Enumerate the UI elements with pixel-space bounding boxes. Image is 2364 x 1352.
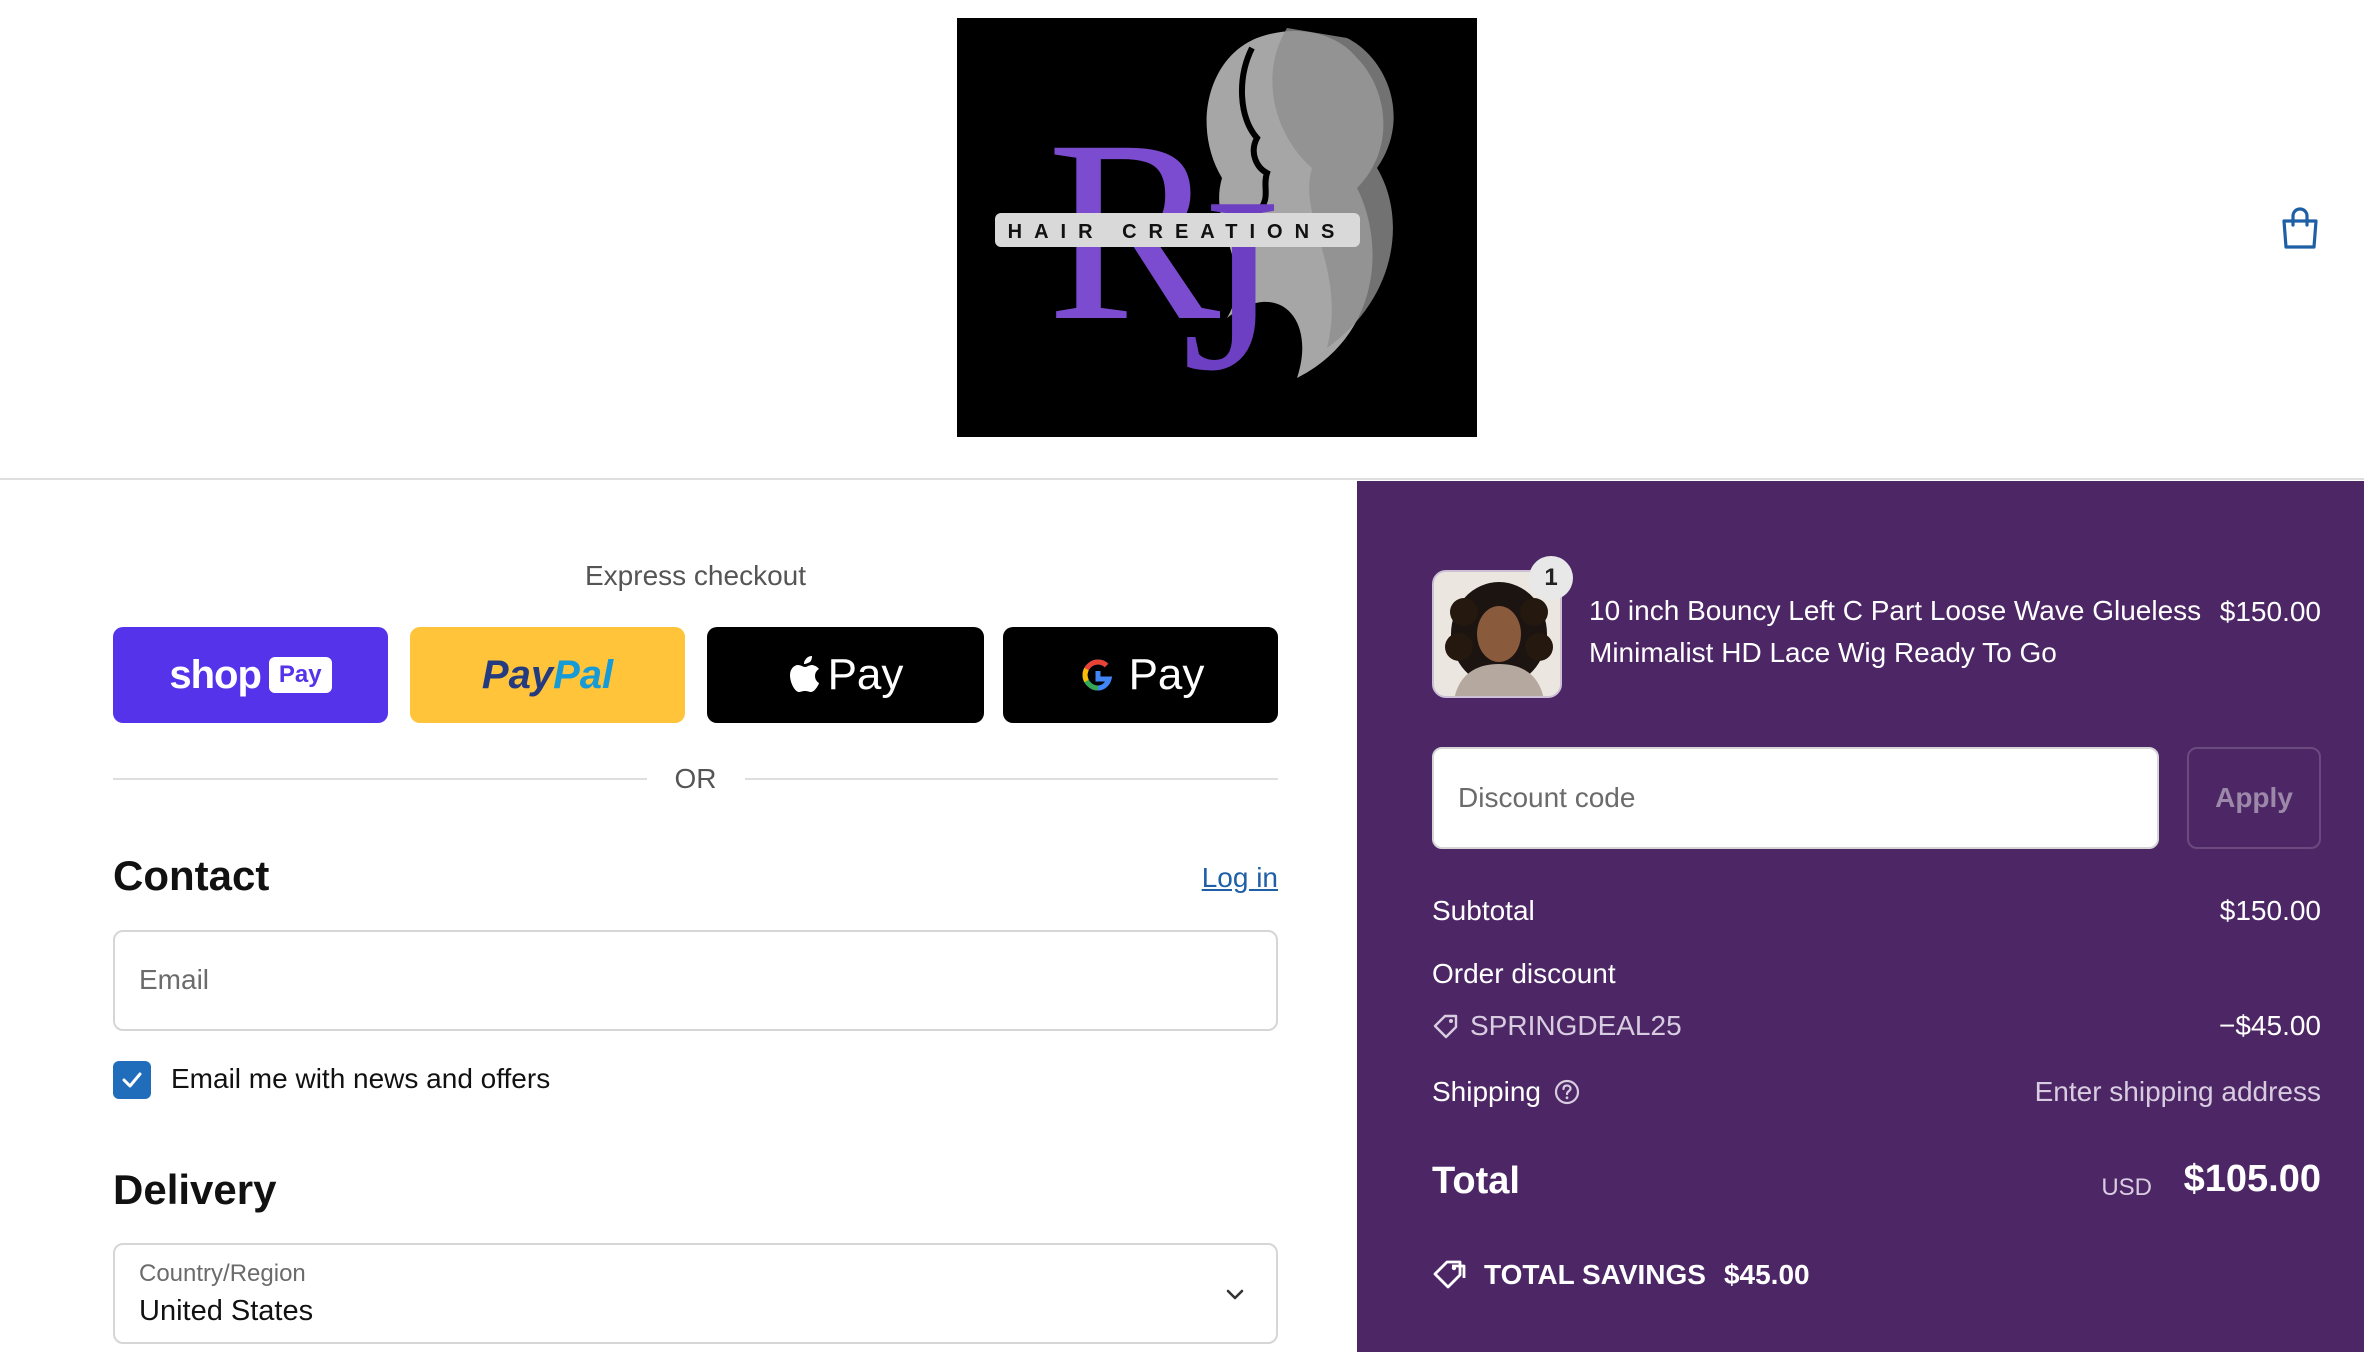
- apple-pay-label: Pay: [827, 650, 904, 699]
- discount-amount: −$45.00: [2219, 1010, 2321, 1041]
- help-circle-icon[interactable]: [1553, 1078, 1581, 1106]
- checkmark-icon: [122, 1072, 142, 1088]
- country-region-select[interactable]: Country/Region United States: [113, 1243, 1278, 1344]
- total-savings-row: TOTAL SAVINGS $45.00: [1432, 1256, 1810, 1294]
- cart-button[interactable]: [2272, 200, 2328, 256]
- total-savings-label: TOTAL SAVINGS: [1484, 1259, 1706, 1290]
- checkout-form-panel: [0, 481, 1357, 1352]
- shipping-label: Shipping: [1432, 1076, 1541, 1107]
- total-amount: $105.00: [2183, 1158, 2321, 1200]
- discount-code-input[interactable]: Discount code: [1432, 747, 2159, 849]
- order-discount-row: Order discount: [1432, 958, 2321, 990]
- country-region-value: United States: [139, 1295, 314, 1327]
- google-g-icon: [1082, 659, 1112, 691]
- shop-pay-badge: Pay: [268, 657, 332, 693]
- contact-heading: Contact: [113, 852, 270, 899]
- tag-icon: [1433, 1014, 1458, 1039]
- shopping-bag-icon: [2282, 207, 2318, 249]
- or-divider: OR: [113, 760, 1278, 798]
- total-label: Total: [1432, 1160, 1520, 1202]
- shipping-value: Enter shipping address: [2034, 1076, 2321, 1107]
- divider-line: [113, 778, 647, 780]
- google-pay-button[interactable]: Pay: [1003, 627, 1278, 723]
- discount-code-row: SPRINGDEAL25 −$45.00: [1432, 1010, 2321, 1047]
- login-link[interactable]: Log in: [1202, 862, 1278, 894]
- newsletter-label: Email me with news and offers: [171, 1063, 551, 1094]
- divider-line: [744, 778, 1278, 780]
- total-currency: USD: [2101, 1174, 2152, 1201]
- savings-tag-icon: [1433, 1260, 1466, 1289]
- quantity-badge: 1: [1529, 556, 1573, 600]
- shop-pay-button[interactable]: shop Pay: [113, 627, 388, 723]
- apple-icon: [789, 656, 819, 692]
- express-checkout-title: Express checkout: [585, 560, 806, 591]
- logo-text: HAIR CREATIONS: [1008, 221, 1347, 243]
- paypal-wordmark-pal: Pal: [553, 652, 614, 697]
- discount-tag: SPRINGDEAL25: [1432, 1010, 1682, 1042]
- country-region-label: Country/Region: [139, 1260, 306, 1287]
- logo-monogram-j: J: [1182, 146, 1279, 423]
- shipping-row: Shipping Enter shipping address: [1432, 1076, 2321, 1108]
- order-discount-label: Order discount: [1432, 958, 1616, 989]
- delivery-heading: Delivery: [113, 1166, 277, 1213]
- shop-pay-wordmark: shop: [169, 652, 262, 697]
- subtotal-label: Subtotal: [1432, 895, 1535, 926]
- email-field[interactable]: Email: [113, 930, 1278, 1031]
- discount-code-placeholder: Discount code: [1458, 782, 1636, 813]
- paypal-button[interactable]: PayPal: [410, 627, 685, 723]
- apple-pay-button[interactable]: Pay: [707, 627, 984, 723]
- product-name: 10 inch Bouncy Left C Part Loose Wave Gl…: [1589, 595, 2202, 668]
- logo-graphic: R J HAIR CREATIONS: [957, 18, 1477, 437]
- store-logo[interactable]: R J HAIR CREATIONS: [957, 18, 1477, 437]
- subtotal-row: Subtotal $150.00: [1432, 895, 2321, 927]
- or-label: OR: [674, 763, 717, 794]
- total-savings-amount: $45.00: [1723, 1259, 1810, 1290]
- apply-discount-button[interactable]: Apply: [2187, 747, 2321, 849]
- store-header: R J HAIR CREATIONS: [0, 0, 2364, 480]
- subtotal-value: $150.00: [2219, 895, 2321, 926]
- newsletter-checkbox[interactable]: [113, 1061, 151, 1099]
- email-placeholder: Email: [139, 964, 210, 995]
- google-pay-label: Pay: [1128, 650, 1205, 699]
- discount-code-value: SPRINGDEAL25: [1470, 1010, 1682, 1041]
- shipping-label-group: Shipping: [1432, 1076, 1581, 1108]
- paypal-wordmark-pay: Pay: [481, 652, 554, 697]
- product-price: $150.00: [2219, 596, 2321, 627]
- chevron-down-icon: [1226, 1289, 1244, 1300]
- paypal-wordmark: PayPal: [482, 653, 613, 698]
